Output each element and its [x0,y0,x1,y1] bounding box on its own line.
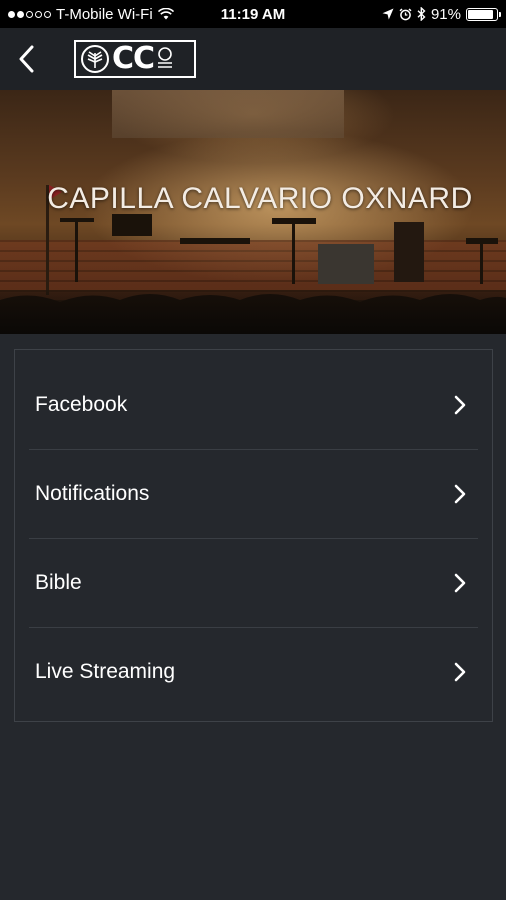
hero-audience [0,290,506,334]
menu-item-live-streaming[interactable]: Live Streaming [29,628,478,716]
status-time: 11:19 AM [220,5,286,23]
chevron-left-icon [19,45,34,73]
logo-mark-icon [158,47,173,68]
status-right: 91% [382,5,501,23]
menu-list: Facebook Notifications Bible Live Stream… [14,349,493,722]
church-logo: CC [74,40,196,78]
hero-banner: CAPILLA CALVARIO OXNARD [0,90,506,334]
back-button[interactable] [6,39,46,79]
hero-projection-screen [112,90,344,138]
bluetooth-icon [417,7,426,21]
alarm-clock-icon [399,7,412,20]
battery-percent: 91% [430,5,461,23]
signal-strength-icon [8,10,51,18]
leaf-emblem-icon [81,45,109,73]
menu-item-bible[interactable]: Bible [29,539,478,628]
hero-title: CAPILLA CALVARIO OXNARD [47,182,473,215]
menu-item-label: Notifications [35,482,150,505]
chevron-right-icon [448,482,472,506]
chevron-right-icon [448,660,472,684]
chevron-right-icon [448,393,472,417]
menu-item-label: Live Streaming [35,660,176,683]
nav-bar: CC [0,28,506,90]
status-bar: T-Mobile Wi-Fi 11:19 AM 91% [0,0,506,28]
menu-item-label: Bible [35,571,82,594]
logo-letters: CC [112,41,155,76]
location-arrow-icon [382,8,394,20]
wifi-icon [157,8,174,20]
carrier-label: T-Mobile Wi-Fi [56,5,153,23]
battery-icon [466,7,501,21]
menu-item-facebook[interactable]: Facebook [29,361,478,450]
menu-item-notifications[interactable]: Notifications [29,450,478,539]
menu-item-label: Facebook [35,393,128,416]
status-left: T-Mobile Wi-Fi [8,6,174,23]
chevron-right-icon [448,571,472,595]
battery-fill [468,9,494,19]
